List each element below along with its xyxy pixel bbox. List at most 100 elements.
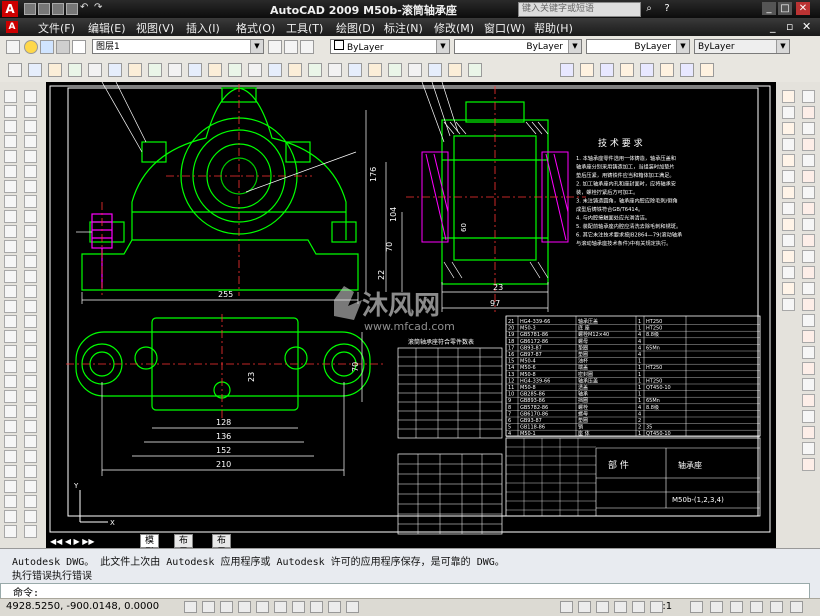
- menu-insert[interactable]: 插入(I): [186, 20, 220, 36]
- menu-format[interactable]: 格式(O): [236, 20, 275, 36]
- visual-style-1-icon[interactable]: [560, 63, 574, 77]
- draw-tool-30-icon[interactable]: [4, 525, 17, 538]
- status-tray-2-icon[interactable]: [578, 601, 591, 613]
- dim-tool-2-icon[interactable]: [24, 105, 37, 118]
- dim-tool-28-icon[interactable]: [24, 495, 37, 508]
- modify-tool-b-11-icon[interactable]: [802, 250, 815, 263]
- print-icon[interactable]: [66, 3, 78, 15]
- draw-tool-21-icon[interactable]: [4, 390, 17, 403]
- modify-tool-6-icon[interactable]: [782, 170, 795, 183]
- modify-tool-14-icon[interactable]: [782, 298, 795, 311]
- draw-tool-17-icon[interactable]: [4, 330, 17, 343]
- status-toggle-7-icon[interactable]: [292, 601, 305, 613]
- help-icon[interactable]: ?: [660, 2, 674, 15]
- modify-tool-b-22-icon[interactable]: [802, 426, 815, 439]
- draw-tool-22-icon[interactable]: [4, 405, 17, 418]
- visual-style-2-icon[interactable]: [580, 63, 594, 77]
- modify-tool-12-icon[interactable]: [782, 266, 795, 279]
- modeling-tool-2-icon[interactable]: [28, 63, 42, 77]
- draw-tool-11-icon[interactable]: [4, 240, 17, 253]
- status-tray-6-icon[interactable]: [650, 601, 663, 613]
- draw-tool-14-icon[interactable]: [4, 285, 17, 298]
- layer-color-icon[interactable]: [72, 40, 86, 54]
- visual-style-7-icon[interactable]: [680, 63, 694, 77]
- draw-tool-27-icon[interactable]: [4, 480, 17, 493]
- status-tray-11-icon[interactable]: [770, 601, 783, 613]
- menu-tools[interactable]: 工具(T): [286, 20, 323, 36]
- modeling-tool-3-icon[interactable]: [48, 63, 62, 77]
- dim-tool-10-icon[interactable]: [24, 225, 37, 238]
- modify-tool-b-24-icon[interactable]: [802, 458, 815, 471]
- draw-tool-6-icon[interactable]: [4, 165, 17, 178]
- maximize-button[interactable]: □: [778, 2, 792, 15]
- draw-tool-7-icon[interactable]: [4, 180, 17, 193]
- dim-tool-26-icon[interactable]: [24, 465, 37, 478]
- draw-tool-5-icon[interactable]: [4, 150, 17, 163]
- modeling-tool-6-icon[interactable]: [108, 63, 122, 77]
- modify-tool-10-icon[interactable]: [782, 234, 795, 247]
- modeling-tool-7-icon[interactable]: [128, 63, 142, 77]
- modify-tool-7-icon[interactable]: [782, 186, 795, 199]
- status-toggle-10-icon[interactable]: [346, 601, 359, 613]
- modeling-tool-4-icon[interactable]: [68, 63, 82, 77]
- status-tray-3-icon[interactable]: [596, 601, 609, 613]
- menu-edit[interactable]: 编辑(E): [88, 20, 126, 36]
- draw-tool-26-icon[interactable]: [4, 465, 17, 478]
- modeling-tool-13-icon[interactable]: [248, 63, 262, 77]
- modeling-tool-10-icon[interactable]: [188, 63, 202, 77]
- tab-model[interactable]: 模型: [140, 534, 160, 548]
- undo-icon[interactable]: ↶: [80, 3, 90, 13]
- save-icon[interactable]: [52, 3, 64, 15]
- dim-tool-24-icon[interactable]: [24, 435, 37, 448]
- modify-tool-b-2-icon[interactable]: [802, 106, 815, 119]
- draw-tool-8-icon[interactable]: [4, 195, 17, 208]
- modify-tool-13-icon[interactable]: [782, 282, 795, 295]
- dim-tool-22-icon[interactable]: [24, 405, 37, 418]
- modify-tool-b-9-icon[interactable]: [802, 218, 815, 231]
- dim-tool-9-icon[interactable]: [24, 210, 37, 223]
- draw-tool-13-icon[interactable]: [4, 270, 17, 283]
- status-toggle-2-icon[interactable]: [202, 601, 215, 613]
- status-tray-1-icon[interactable]: [560, 601, 573, 613]
- modeling-tool-16-icon[interactable]: [308, 63, 322, 77]
- modify-tool-b-12-icon[interactable]: [802, 266, 815, 279]
- dim-tool-13-icon[interactable]: [24, 270, 37, 283]
- draw-tool-29-icon[interactable]: [4, 510, 17, 523]
- draw-tool-28-icon[interactable]: [4, 495, 17, 508]
- menu-draw[interactable]: 绘图(D): [336, 20, 375, 36]
- layer-freeze-icon[interactable]: [40, 40, 54, 54]
- modify-tool-b-23-icon[interactable]: [802, 442, 815, 455]
- modify-tool-b-3-icon[interactable]: [802, 122, 815, 135]
- draw-tool-10-icon[interactable]: [4, 225, 17, 238]
- command-input[interactable]: 命令:: [0, 583, 810, 599]
- linetype-dropdown[interactable]: ByLayer ▼: [454, 39, 582, 54]
- search-icon[interactable]: ⌕: [642, 2, 656, 15]
- redo-icon[interactable]: ↷: [94, 3, 104, 13]
- modify-tool-5-icon[interactable]: [782, 154, 795, 167]
- status-toggle-4-icon[interactable]: [238, 601, 251, 613]
- tab-layout1[interactable]: 布局1: [174, 534, 194, 548]
- menu-dimension[interactable]: 标注(N): [384, 20, 423, 36]
- modeling-tool-20-icon[interactable]: [388, 63, 402, 77]
- dim-tool-27-icon[interactable]: [24, 480, 37, 493]
- modify-tool-2-icon[interactable]: [782, 106, 795, 119]
- status-tray-7-icon[interactable]: [690, 601, 703, 613]
- modeling-tool-21-icon[interactable]: [408, 63, 422, 77]
- draw-tool-24-icon[interactable]: [4, 435, 17, 448]
- modeling-tool-18-icon[interactable]: [348, 63, 362, 77]
- tab-layout2[interactable]: 布局2: [212, 534, 232, 548]
- menu-file[interactable]: 文件(F): [38, 20, 75, 36]
- modeling-tool-24-icon[interactable]: [468, 63, 482, 77]
- minimize-button[interactable]: _: [762, 2, 776, 15]
- draw-tool-3-icon[interactable]: [4, 120, 17, 133]
- menu-window[interactable]: 窗口(W): [484, 20, 525, 36]
- modify-tool-b-6-icon[interactable]: [802, 170, 815, 183]
- modify-tool-11-icon[interactable]: [782, 250, 795, 263]
- modeling-tool-5-icon[interactable]: [88, 63, 102, 77]
- modify-tool-b-13-icon[interactable]: [802, 282, 815, 295]
- lineweight-dropdown[interactable]: ByLayer ▼: [586, 39, 690, 54]
- layer-on-icon[interactable]: [24, 40, 38, 54]
- dim-tool-5-icon[interactable]: [24, 150, 37, 163]
- doc-minimize-button[interactable]: _: [770, 20, 776, 33]
- status-tray-12-icon[interactable]: [790, 601, 803, 613]
